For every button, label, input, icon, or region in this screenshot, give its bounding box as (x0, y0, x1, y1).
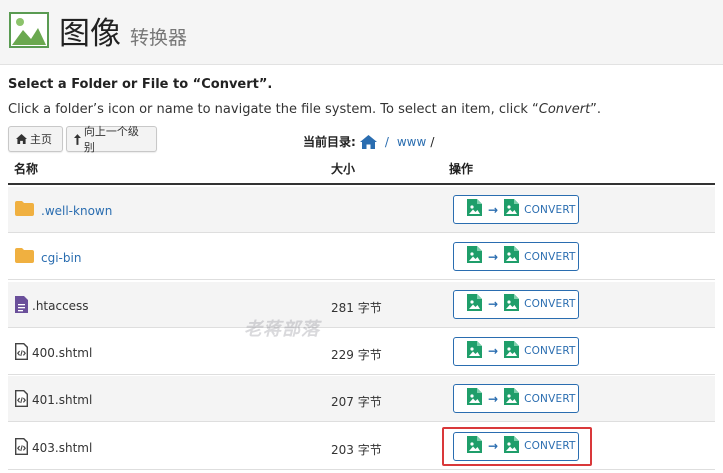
image-file-icon (467, 199, 482, 220)
app-header: 图像 转换器 (0, 0, 723, 65)
convert-label: CONVERT (524, 203, 576, 216)
text-file-icon (15, 295, 28, 317)
file-name: 403.shtml (32, 440, 93, 455)
column-size: 大小 (331, 162, 356, 176)
arrow-right-icon: → (488, 344, 499, 359)
file-name: .htaccess (32, 298, 89, 313)
convert-button[interactable]: → CONVERT (453, 195, 579, 224)
image-file-icon (504, 246, 520, 267)
file-name: 401.shtml (32, 393, 93, 408)
folder-icon[interactable] (15, 248, 34, 267)
image-icon (9, 12, 49, 48)
table-row: 401.shtml 207 字节 → CONVERT (8, 376, 715, 423)
file-size: 281 字节 (331, 300, 382, 315)
file-name[interactable]: cgi-bin (41, 251, 81, 265)
instruction-text: Click a folder’s icon or name to navigat… (8, 102, 602, 117)
file-name[interactable]: .well-known (41, 204, 112, 218)
code-file-icon (15, 437, 28, 459)
image-file-icon (467, 388, 482, 409)
highlight-box (442, 427, 592, 466)
code-file-icon (15, 342, 28, 364)
page-title: 图像 (59, 16, 121, 52)
convert-label: CONVERT (524, 392, 576, 405)
file-size: 207 字节 (331, 395, 382, 410)
arrow-right-icon: → (488, 297, 499, 312)
file-size: 203 字节 (331, 442, 382, 457)
path-www-link[interactable]: www (397, 135, 426, 149)
table-row: .htaccess 281 字节 → CONVERT (8, 281, 715, 328)
image-file-icon (467, 293, 482, 315)
code-file-icon (15, 390, 28, 411)
table-row: .well-known → CONVERT (8, 187, 715, 233)
image-file-icon (504, 340, 520, 362)
home-dir-icon[interactable] (359, 134, 377, 149)
home-icon (16, 134, 27, 144)
convert-button[interactable]: → CONVERT (453, 336, 579, 366)
convert-label: CONVERT (524, 345, 576, 358)
convert-button[interactable]: → CONVERT (453, 242, 579, 272)
watermark: 老蒋部落 (244, 319, 320, 340)
table-row: 403.shtml 203 字节 → CONVERT (8, 424, 715, 470)
arrow-right-icon: → (488, 391, 499, 406)
image-file-icon (467, 246, 482, 267)
column-actions: 操作 (449, 162, 474, 176)
convert-button[interactable]: → CONVERT (453, 384, 579, 414)
convert-label: CONVERT (524, 250, 576, 263)
image-file-icon (504, 199, 520, 220)
convert-label: CONVERT (524, 298, 576, 311)
file-name: 400.shtml (32, 345, 93, 360)
instruction-title: Select a Folder or File to “Convert”. (8, 77, 273, 92)
header-divider (8, 183, 715, 185)
up-one-level-button[interactable]: 向上一个级别 (66, 125, 157, 154)
image-file-icon (467, 340, 482, 362)
home-button[interactable]: 主页 (8, 126, 63, 152)
arrow-right-icon: → (488, 249, 499, 264)
page-subtitle: 转换器 (130, 27, 188, 49)
image-file-icon (504, 388, 520, 409)
arrow-right-icon: → (488, 202, 499, 217)
column-name: 名称 (14, 162, 39, 176)
convert-button[interactable]: → CONVERT (453, 289, 579, 319)
table-row: 400.shtml 229 字节 → CONVERT (8, 329, 715, 375)
table-row: cgi-bin → CONVERT (8, 234, 715, 281)
current-directory: 当前目录: / www / (303, 134, 435, 149)
arrow-up-icon (74, 133, 81, 145)
image-file-icon (504, 293, 520, 315)
folder-icon[interactable] (15, 201, 34, 220)
file-size: 229 字节 (331, 347, 382, 362)
